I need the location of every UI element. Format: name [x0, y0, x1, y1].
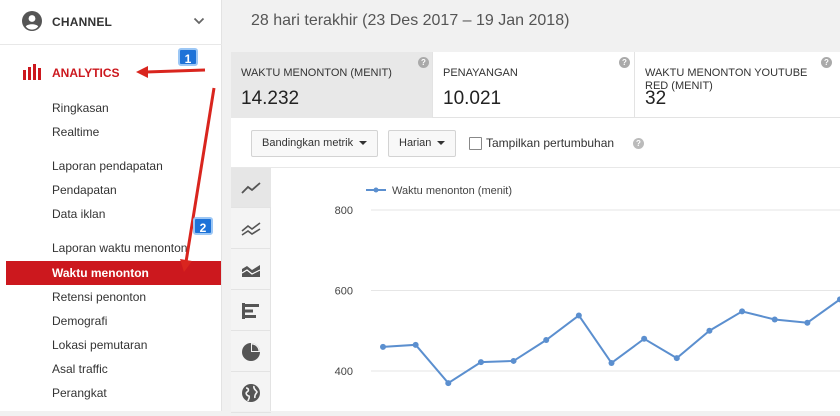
period-label: Harian	[399, 137, 432, 149]
sidebar-item-waktu-menonton[interactable]: Waktu menonton	[6, 261, 221, 285]
metric-label: WAKTU MENONTON (MENIT)	[241, 67, 392, 79]
period-dropdown[interactable]: Harian	[388, 130, 457, 157]
caret-down-icon	[359, 141, 368, 146]
channel-menu[interactable]: CHANNEL	[0, 0, 222, 44]
sidebar-item-label: Laporan pendapatan	[52, 159, 163, 173]
metric-label: PENAYANGAN	[443, 67, 518, 79]
sidebar-item-label: Laporan waktu menonton	[52, 241, 188, 255]
bar-chart-icon	[242, 303, 259, 319]
metric-card-youtube-red[interactable]: WAKTU MENONTON YOUTUBE RED (MENIT) 32 ?	[635, 52, 840, 118]
data-point	[608, 359, 615, 366]
sidebar-item-label: Data iklan	[52, 207, 106, 221]
step-badge-2: 2	[193, 217, 213, 235]
chart-area: 800 600 400 Waktu menonton (menit)	[271, 168, 840, 411]
data-point	[804, 319, 811, 326]
sidebar-item-laporan-pendapatan[interactable]: Laporan pendapatan	[0, 154, 222, 178]
metric-card-views[interactable]: PENAYANGAN 10.021 ?	[433, 52, 635, 118]
chart-type-line[interactable]	[231, 168, 271, 208]
sidebar-item-demografi[interactable]: Demografi	[0, 309, 222, 333]
chart-type-bar[interactable]	[231, 291, 271, 331]
area-chart-icon	[241, 265, 261, 277]
sidebar-item-laporan-waktu-menonton[interactable]: Laporan waktu menonton	[0, 236, 222, 260]
data-point	[575, 312, 582, 319]
sidebar-item-label: Perangkat	[52, 386, 107, 400]
metric-value: 10.021	[443, 88, 502, 109]
help-icon[interactable]: ?	[418, 57, 429, 68]
sidebar-item-pendapatan[interactable]: Pendapatan	[0, 178, 222, 202]
sidebar-item-perangkat[interactable]: Perangkat	[0, 381, 222, 405]
chart-type-selector	[231, 168, 271, 413]
sidebar-item-label: Demografi	[52, 314, 108, 328]
metric-label: WAKTU MENONTON YOUTUBE RED (MENIT)	[645, 67, 808, 92]
analytics-label: ANALYTICS	[52, 66, 120, 80]
metric-cards: WAKTU MENONTON (MENIT) 14.232 ? PENAYANG…	[231, 52, 840, 118]
sidebar-item-data-iklan[interactable]: Data iklan	[0, 202, 222, 226]
y-tick-label: 600	[335, 286, 353, 298]
account-circle-icon	[22, 11, 42, 31]
chart-type-pie[interactable]	[231, 332, 271, 372]
analytics-bars-icon	[23, 64, 41, 80]
channel-label: CHANNEL	[52, 15, 113, 29]
data-point	[477, 359, 484, 366]
help-icon[interactable]: ?	[619, 57, 630, 68]
pie-chart-icon	[242, 343, 260, 361]
watch-time-chart[interactable]: 800 600 400 Waktu menonton (menit)	[271, 168, 840, 411]
data-point	[543, 337, 550, 344]
step-badge-1: 1	[178, 48, 198, 66]
chart-type-area[interactable]	[231, 250, 271, 290]
sidebar-item-label: Lokasi pemutaran	[52, 338, 148, 352]
data-point	[412, 341, 419, 348]
data-point	[771, 316, 778, 323]
line-chart-icon	[241, 182, 261, 194]
sidebar-item-label: Retensi penonton	[52, 290, 147, 304]
caret-down-icon	[437, 141, 446, 146]
help-icon[interactable]: ?	[633, 138, 644, 149]
chart-toolbar: Bandingkan metrik Harian Tampilkan pertu…	[231, 118, 840, 168]
y-tick-label: 800	[335, 205, 353, 217]
data-point	[739, 308, 746, 315]
data-point	[510, 357, 517, 364]
compare-metric-label: Bandingkan metrik	[262, 137, 354, 149]
compare-metric-dropdown[interactable]: Bandingkan metrik	[251, 130, 379, 157]
data-point	[445, 380, 452, 387]
metric-value: 32	[645, 88, 667, 109]
sidebar-item-label: Asal traffic	[52, 362, 108, 376]
sidebar-item-realtime[interactable]: Realtime	[0, 120, 222, 144]
sidebar-item-label: Ringkasan	[52, 101, 109, 115]
sidebar-item-retensi-penonton[interactable]: Retensi penonton	[0, 285, 222, 309]
chart-type-multi-line[interactable]	[231, 209, 271, 249]
divider	[0, 44, 222, 45]
help-icon[interactable]: ?	[821, 57, 832, 68]
report-header: 28 hari terakhir (23 Des 2017 – 19 Jan 2…	[222, 0, 840, 52]
multi-line-chart-icon	[241, 222, 261, 236]
data-point	[641, 335, 648, 342]
legend-marker	[373, 187, 379, 193]
y-tick-label: 400	[335, 366, 353, 378]
sidebar-item-label: Realtime	[52, 125, 100, 139]
globe-icon	[242, 384, 260, 402]
chevron-down-icon[interactable]	[192, 14, 206, 28]
date-range[interactable]: 28 hari terakhir (23 Des 2017 – 19 Jan 2…	[251, 12, 569, 30]
chart-type-map[interactable]	[231, 373, 271, 413]
sidebar-item-label: Pendapatan	[52, 183, 117, 197]
metric-card-watch-time[interactable]: WAKTU MENONTON (MENIT) 14.232 ?	[231, 52, 433, 118]
show-growth-checkbox[interactable]	[469, 137, 482, 150]
data-point	[380, 343, 386, 350]
data-point	[706, 327, 713, 334]
sidebar-item-lokasi-pemutaran[interactable]: Lokasi pemutaran	[0, 333, 222, 357]
data-point	[673, 355, 680, 362]
legend-label: Waktu menonton (menit)	[392, 185, 512, 197]
metric-value: 14.232	[241, 88, 300, 109]
sidebar-item-ringkasan[interactable]: Ringkasan	[0, 96, 222, 120]
show-growth-label[interactable]: Tampilkan pertumbuhan	[486, 136, 614, 150]
sidebar-item-label: Waktu menonton	[52, 266, 149, 280]
sidebar-item-asal-traffic[interactable]: Asal traffic	[0, 357, 222, 381]
